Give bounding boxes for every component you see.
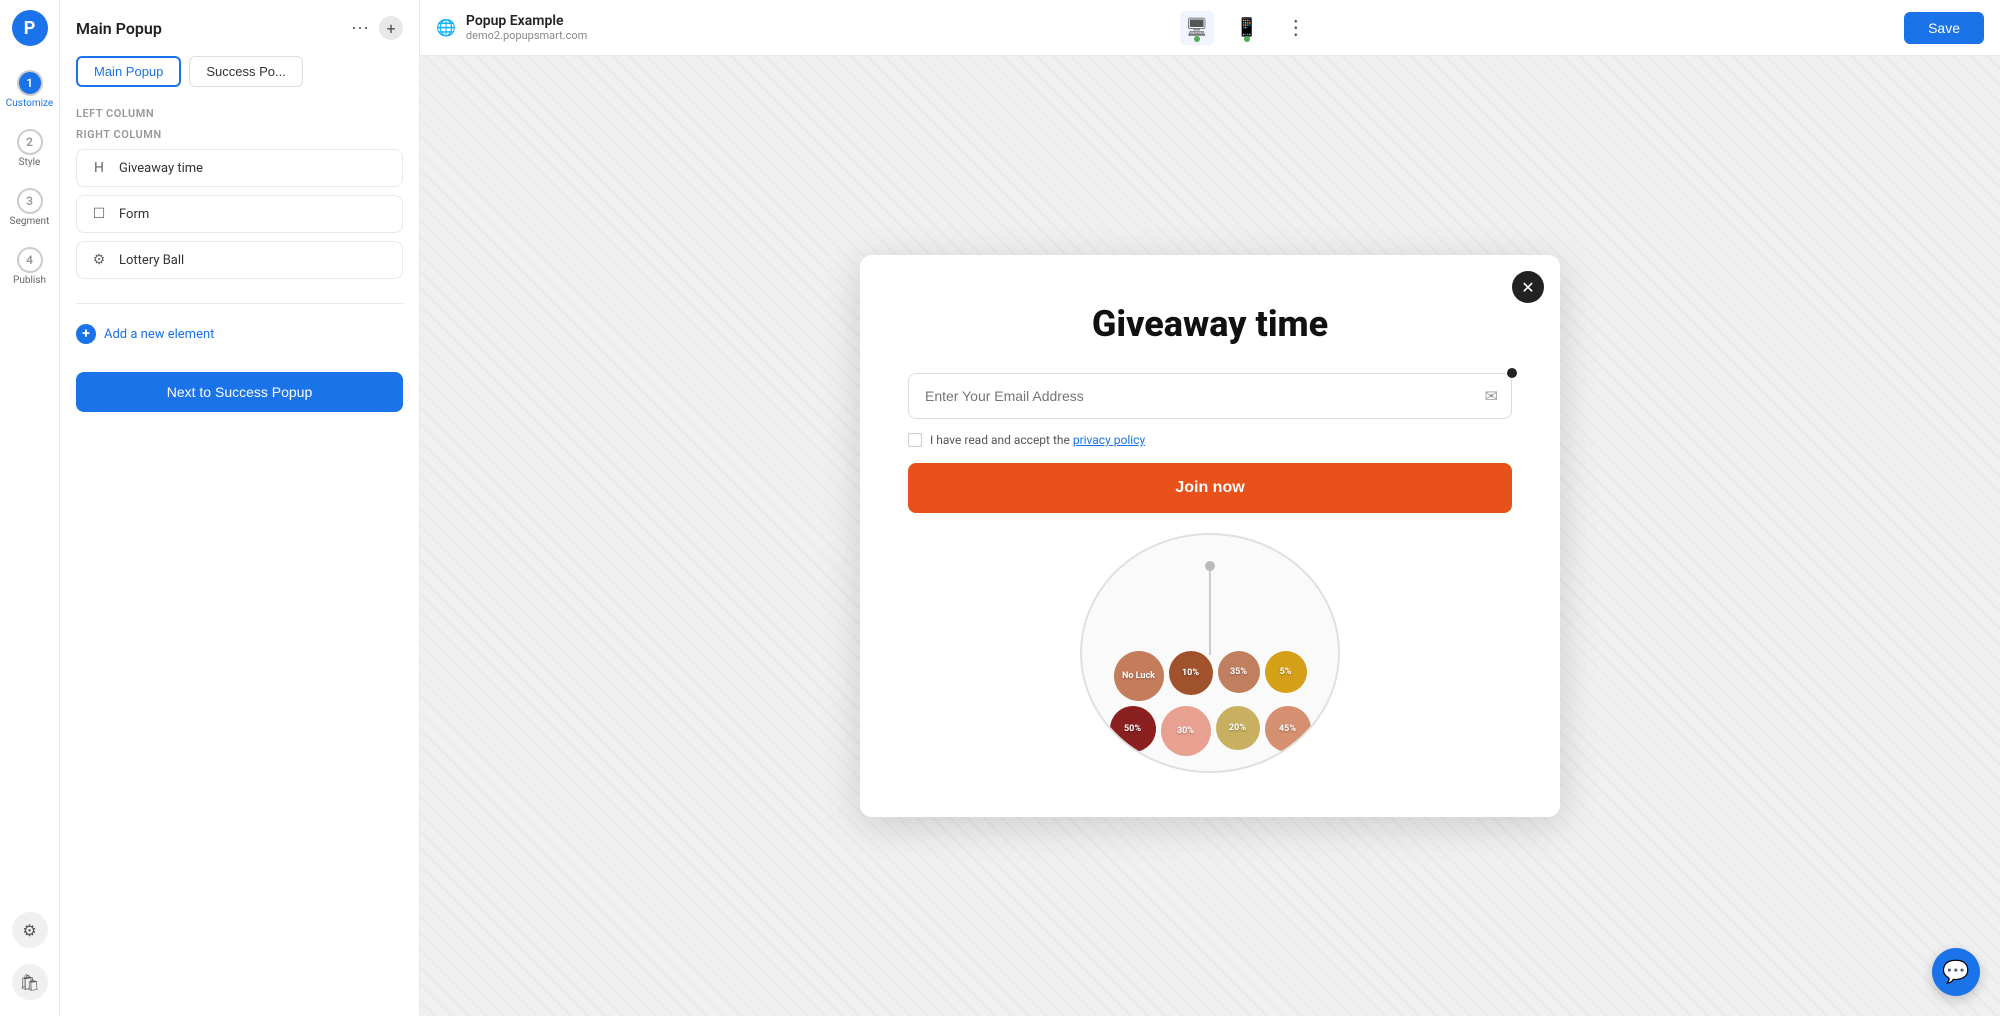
ball-30: 30% [1161, 706, 1211, 756]
ball-10: 10% [1169, 651, 1213, 695]
balls-container: No Luck 10% 35% 5% 50% 30% 20% 45% [1082, 651, 1338, 756]
add-element-row[interactable]: + Add a new element [76, 320, 403, 348]
ball-45: 45% [1265, 706, 1311, 752]
nav-item-publish[interactable]: 4 Publish [4, 241, 56, 292]
ball-5: 5% [1265, 651, 1307, 693]
desktop-device-button[interactable]: 🖥 [1180, 11, 1214, 45]
lottery-circle: No Luck 10% 35% 5% 50% 30% 20% 45% [1080, 533, 1340, 773]
element-giveaway-label: Giveaway time [119, 161, 203, 176]
nav-label-customize: Customize [6, 98, 53, 109]
mobile-device-button[interactable]: 📱 [1230, 11, 1264, 45]
popup-title: Giveaway time [1092, 303, 1328, 345]
ball-35: 35% [1218, 651, 1260, 693]
ball-20: 20% [1216, 706, 1260, 750]
sidebar-header: Main Popup ⋯ + [76, 16, 403, 40]
nav-step-3: 3 [17, 188, 43, 214]
lottery-icon: ⚙ [89, 252, 109, 268]
email-input[interactable] [908, 373, 1512, 419]
sidebar-add-button[interactable]: + [379, 16, 403, 40]
element-giveaway[interactable]: H Giveaway time [76, 149, 403, 187]
privacy-checkbox[interactable] [908, 433, 922, 447]
left-column-label: LEFT COLUMN [76, 107, 403, 120]
right-column-label: RIGHT COLUMN [76, 128, 403, 141]
shop-button[interactable]: 🛍 [12, 964, 48, 1000]
element-form[interactable]: ☐ Form [76, 195, 403, 233]
popup-close-button[interactable]: ✕ [1512, 271, 1544, 303]
popup-card: ✕ Giveaway time ✉ I have read and accept… [860, 255, 1560, 817]
email-icon: ✉ [1485, 387, 1498, 406]
next-to-success-button[interactable]: Next to Success Popup [76, 372, 403, 412]
add-element-label: Add a new element [104, 327, 214, 342]
more-options-button[interactable]: ⋮ [1280, 12, 1312, 44]
sidebar: Main Popup ⋯ + Main Popup Success Po... … [60, 0, 420, 1016]
site-url: demo2.popupsmart.com [466, 29, 587, 42]
top-bar-right: Save [1904, 12, 1984, 44]
element-form-label: Form [119, 207, 149, 222]
join-now-button[interactable]: Join now [908, 463, 1512, 513]
mobile-active-dot [1244, 36, 1250, 42]
form-icon: ☐ [89, 206, 109, 222]
nav-step-4: 4 [17, 247, 43, 273]
lottery-spinner [1209, 565, 1211, 655]
nav-label-style: Style [19, 157, 41, 168]
nav-item-style[interactable]: 2 Style [4, 123, 56, 174]
site-info: Popup Example demo2.popupsmart.com [466, 13, 587, 43]
sidebar-title: Main Popup [76, 19, 162, 38]
ball-no-luck: No Luck [1114, 651, 1164, 701]
desktop-active-dot [1194, 36, 1200, 42]
globe-icon: 🌐 [436, 18, 456, 37]
top-bar: 🌐 Popup Example demo2.popupsmart.com 🖥 📱… [420, 0, 2000, 56]
element-lottery-label: Lottery Ball [119, 253, 184, 268]
nav-label-publish: Publish [13, 275, 46, 286]
privacy-label: I have read and accept the privacy polic… [930, 433, 1145, 447]
nav-bottom: ⚙ 🛍 [12, 912, 48, 1000]
lottery-ball-area: No Luck 10% 35% 5% 50% 30% 20% 45% [908, 533, 1512, 793]
input-settings-dot [1507, 368, 1517, 378]
site-title: Popup Example [466, 13, 587, 30]
app-logo[interactable]: P [12, 10, 48, 46]
privacy-policy-link[interactable]: privacy policy [1073, 433, 1145, 447]
top-bar-left: 🌐 Popup Example demo2.popupsmart.com [436, 13, 587, 43]
sidebar-divider [76, 303, 403, 304]
privacy-checkbox-row: I have read and accept the privacy polic… [908, 433, 1512, 447]
heading-icon: H [89, 160, 109, 176]
ball-50: 50% [1110, 706, 1156, 752]
canvas-area: ✕ Giveaway time ✉ I have read and accept… [420, 56, 2000, 1016]
main-area: 🌐 Popup Example demo2.popupsmart.com 🖥 📱… [420, 0, 2000, 1016]
nav-item-segment[interactable]: 3 Segment [4, 182, 56, 233]
nav-item-customize[interactable]: 1 Customize [4, 64, 56, 115]
canvas-background: ✕ Giveaway time ✉ I have read and accept… [420, 56, 2000, 1016]
nav-label-segment: Segment [10, 216, 50, 227]
nav-step-2: 2 [17, 129, 43, 155]
settings-button[interactable]: ⚙ [12, 912, 48, 948]
top-bar-center: 🖥 📱 ⋮ [599, 11, 1892, 45]
left-nav: P 1 Customize 2 Style 3 Segment 4 Publis… [0, 0, 60, 1016]
popup-body: Giveaway time ✉ I have read and accept t… [860, 255, 1560, 817]
save-button[interactable]: Save [1904, 12, 1984, 44]
sidebar-more-button[interactable]: ⋯ [351, 18, 369, 39]
add-element-icon: + [76, 324, 96, 344]
popup-tabs: Main Popup Success Po... [76, 56, 403, 87]
tab-success-popup[interactable]: Success Po... [189, 56, 302, 87]
tab-main-popup[interactable]: Main Popup [76, 56, 181, 87]
email-input-wrap: ✉ [908, 373, 1512, 419]
element-lottery-ball[interactable]: ⚙ Lottery Ball [76, 241, 403, 279]
chat-bubble-button[interactable]: 💬 [1932, 948, 1980, 996]
spinner-top [1205, 561, 1215, 571]
nav-step-1: 1 [17, 70, 43, 96]
